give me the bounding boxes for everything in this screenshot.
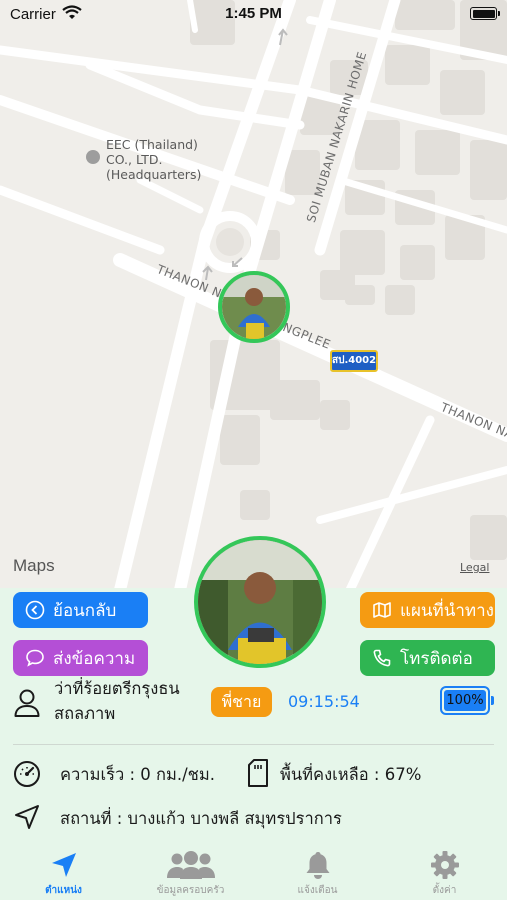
member-avatar[interactable]	[194, 536, 326, 668]
back-button-label: ย้อนกลับ	[53, 600, 117, 621]
route-shield: สป.4002	[330, 350, 378, 372]
phone-icon	[372, 648, 392, 668]
legal-link[interactable]: Legal	[460, 561, 489, 574]
status-time: 1:45 PM	[225, 5, 282, 22]
avatar-photo-icon	[198, 540, 322, 664]
avatar-photo-icon	[222, 275, 286, 339]
maps-brand-text: Maps	[13, 556, 55, 575]
speed-text: ความเร็ว : 0 กม./ชม.	[60, 765, 215, 784]
map-icon	[372, 600, 392, 620]
person-icon	[14, 689, 40, 717]
tab-location-label: ตำแหน่ง	[45, 885, 82, 896]
building-poi-icon[interactable]	[86, 150, 100, 164]
relation-badge: พี่ชาย	[211, 687, 272, 717]
tab-settings[interactable]: ตั้งค่า	[381, 846, 507, 900]
member-name-line-1: ว่าที่ร้อยตรีกรุงธน	[54, 679, 180, 698]
bell-icon	[306, 852, 329, 879]
member-name-line-2: สถลภาพ	[54, 704, 116, 723]
member-battery-indicator: 100%	[440, 686, 494, 715]
storage-text: พื้นที่คงเหลือ : 67%	[280, 765, 422, 784]
navigation-map-label: แผนที่นำทาง	[400, 600, 494, 621]
tab-settings-label: ตั้งค่า	[432, 885, 457, 896]
map-member-avatar[interactable]	[218, 271, 290, 343]
sd-card-icon	[248, 759, 268, 787]
chevron-left-circle-icon	[25, 600, 45, 620]
status-battery-icon	[470, 7, 500, 20]
maps-brand: Maps	[12, 556, 55, 576]
tab-family-label: ข้อมูลครอบครัว	[156, 885, 225, 896]
back-button[interactable]: ย้อนกลับ	[13, 592, 148, 628]
poi-line-3: (Headquarters)	[106, 167, 202, 182]
battery-level-text: 100%	[444, 690, 486, 711]
divider	[13, 744, 494, 745]
member-name: ว่าที่ร้อยตรีกรุงธน สถลภาพ	[54, 676, 180, 726]
location-text: สถานที่ : บางแก้ว บางพลี สมุทรปราการ	[60, 809, 342, 828]
map-view[interactable]: EEC (Thailand) CO., LTD. (Headquarters) …	[0, 0, 507, 590]
message-bubble-icon	[25, 648, 45, 668]
poi-label[interactable]: EEC (Thailand) CO., LTD. (Headquarters)	[106, 137, 201, 182]
call-button[interactable]: โทรติดต่อ	[360, 640, 495, 676]
tab-bar: ตำแหน่ง ข้อมูลครอบครัว แจ้งเตือน ตั้งค่า	[0, 846, 507, 900]
tab-location[interactable]: ตำแหน่ง	[0, 846, 127, 900]
send-message-label: ส่งข้อความ	[53, 648, 136, 669]
navigation-map-button[interactable]: แผนที่นำทาง	[360, 592, 495, 628]
send-message-button[interactable]: ส่งข้อความ	[13, 640, 148, 676]
last-update-time: 09:15:54	[288, 692, 360, 711]
tab-notifications-label: แจ้งเตือน	[297, 885, 338, 896]
family-group-icon	[166, 851, 215, 879]
location-arrow-icon	[15, 805, 39, 829]
location-arrow-icon	[51, 853, 76, 877]
status-bar: Carrier 1:45 PM	[0, 0, 507, 30]
tab-family[interactable]: ข้อมูลครอบครัว	[127, 846, 254, 900]
call-label: โทรติดต่อ	[400, 648, 473, 669]
poi-line-1: EEC (Thailand)	[106, 137, 198, 152]
tab-notifications[interactable]: แจ้งเตือน	[254, 846, 381, 900]
speedometer-icon	[14, 761, 40, 787]
poi-line-2: CO., LTD.	[106, 152, 163, 167]
gear-icon	[430, 851, 459, 879]
